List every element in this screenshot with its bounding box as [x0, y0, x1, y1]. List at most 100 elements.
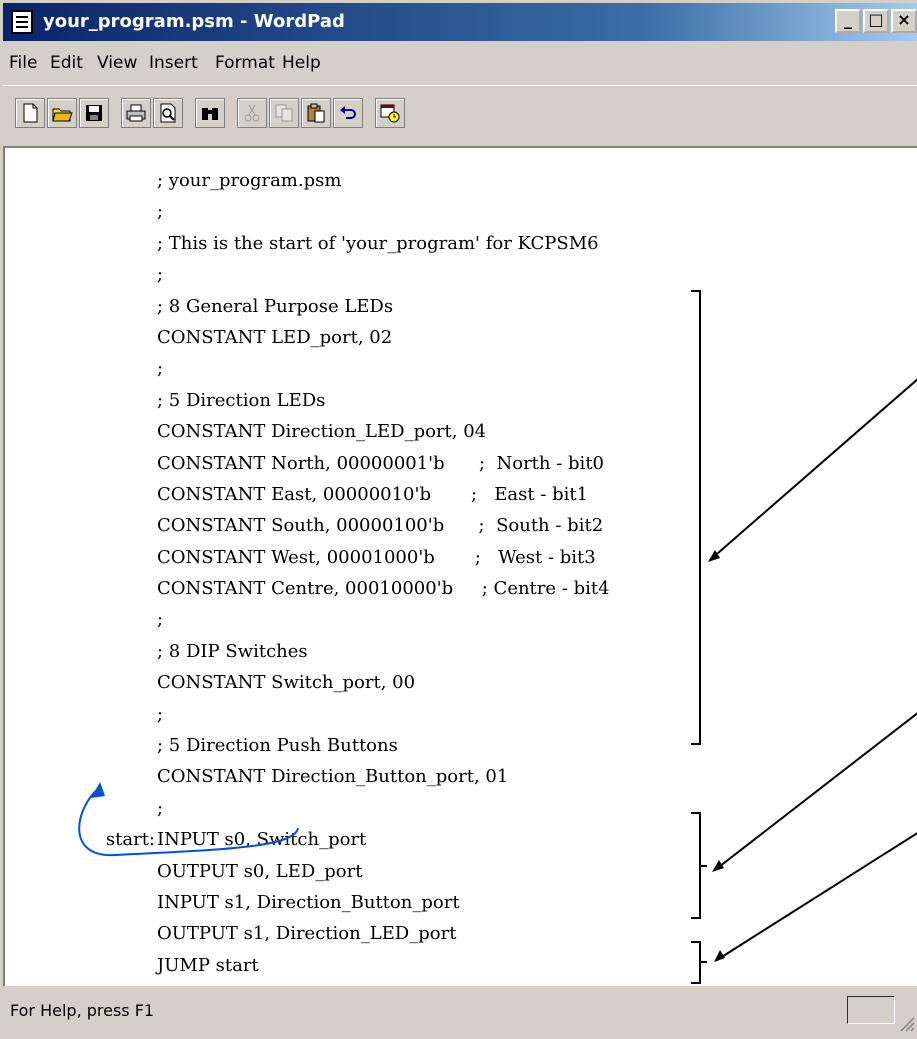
code-statement: CONSTANT North, 00000001'b ; North - bit… — [157, 452, 605, 474]
code-line: ; — [5, 196, 610, 227]
paste-icon — [307, 103, 325, 123]
arrow-line-1 — [709, 378, 917, 561]
cut-button[interactable] — [237, 98, 267, 128]
code-statement: INPUT s0, Switch_port — [157, 829, 367, 851]
code-line: CONSTANT Switch_port, 00 — [5, 667, 610, 698]
code-line: CONSTANT East, 00000010'b ; East - bit1 — [5, 479, 610, 510]
code-statement: CONSTANT Direction_Button_port, 01 — [157, 766, 509, 788]
code-line: OUTPUT s1, Direction_LED_port — [5, 918, 610, 949]
code-statement: CONSTANT West, 00001000'b ; West - bit3 — [157, 546, 596, 568]
maximize-button[interactable]: □ — [863, 9, 889, 33]
code-statement: CONSTANT Direction_LED_port, 04 — [157, 421, 487, 443]
code-line: CONSTANT LED_port, 02 — [5, 322, 610, 353]
code-line: CONSTANT Direction_LED_port, 04 — [5, 416, 610, 447]
find-button[interactable] — [195, 98, 225, 128]
arrowhead-1 — [708, 550, 720, 562]
status-text: For Help, press F1 — [10, 1001, 155, 1020]
status-bar: For Help, press F1 — [3, 990, 917, 1036]
code-statement: INPUT s1, Direction_Button_port — [157, 891, 460, 913]
code-line: ; — [5, 604, 610, 635]
code-line: CONSTANT Centre, 00010000'b ; Centre - b… — [5, 573, 610, 604]
new-document-icon — [23, 103, 38, 123]
arrowhead-3 — [714, 950, 725, 962]
code-line: start: INPUT s0, Switch_port — [5, 824, 610, 855]
print-preview-icon — [160, 103, 176, 123]
code-statement: CONSTANT Centre, 00010000'b ; Centre - b… — [157, 578, 610, 600]
status-panel — [847, 996, 895, 1024]
code-line: ; 8 General Purpose LEDs — [5, 291, 610, 322]
code-line: CONSTANT North, 00000001'b ; North - bit… — [5, 448, 610, 479]
save-icon — [86, 105, 102, 121]
copy-button[interactable] — [269, 98, 299, 128]
code-line: ; — [5, 793, 610, 824]
arrow-line-2 — [714, 712, 917, 871]
code-statement: ; — [157, 201, 164, 223]
code-line: ; — [5, 353, 610, 384]
undo-button[interactable] — [333, 98, 363, 128]
menu-view[interactable]: View — [97, 53, 137, 73]
menu-insert[interactable]: Insert — [149, 53, 198, 73]
code-statement: ; — [157, 358, 164, 380]
code-line: ; 5 Direction Push Buttons — [5, 730, 610, 761]
code-line: OUTPUT s0, LED_port — [5, 856, 610, 887]
code-line: ; This is the start of 'your_program' fo… — [5, 228, 610, 259]
window-title: your_program.psm - WordPad — [43, 11, 345, 32]
code-statement: CONSTANT East, 00000010'b ; East - bit1 — [157, 483, 589, 505]
insert-date-time-button[interactable] — [375, 98, 405, 128]
code-line: ; 8 DIP Switches — [5, 636, 610, 667]
code-line: JUMP start — [5, 950, 610, 981]
code-statement: CONSTANT South, 00000100'b ; South - bit… — [157, 515, 604, 537]
minimize-button[interactable]: _ — [835, 9, 861, 33]
code-line: CONSTANT South, 00000100'b ; South - bit… — [5, 510, 610, 541]
code-statement: ; 5 Direction Push Buttons — [157, 735, 398, 757]
document-editor[interactable]: ; your_program.psm; ; This is the start o… — [3, 146, 917, 986]
insert-date-time-icon — [380, 104, 400, 123]
code-label: start: — [105, 829, 155, 851]
code-statement: JUMP start — [157, 954, 259, 976]
code-statement: ; your_program.psm — [157, 170, 342, 191]
open-folder-icon — [52, 108, 73, 122]
paste-button[interactable] — [301, 98, 331, 128]
code-line: INPUT s1, Direction_Button_port — [5, 887, 610, 918]
menu-format[interactable]: Format — [215, 53, 275, 73]
print-button[interactable] — [121, 98, 151, 128]
open-button[interactable] — [47, 98, 77, 128]
close-button[interactable]: × — [891, 9, 917, 33]
bracket-io-block — [691, 812, 701, 919]
arrowhead-2 — [712, 860, 724, 872]
code-statement: CONSTANT Switch_port, 00 — [157, 672, 416, 694]
code-statement: CONSTANT LED_port, 02 — [157, 326, 393, 348]
save-button[interactable] — [79, 98, 109, 128]
wordpad-app-icon[interactable] — [11, 10, 33, 34]
print-preview-button[interactable] — [153, 98, 183, 128]
title-bar[interactable]: your_program.psm - WordPad _ □ × — [3, 3, 917, 41]
find-binoculars-icon — [202, 108, 218, 120]
code-statement: OUTPUT s1, Direction_LED_port — [157, 923, 457, 945]
bracket-jump — [691, 941, 707, 984]
undo-icon — [340, 106, 356, 119]
code-statement: ; — [157, 264, 164, 286]
menu-edit[interactable]: Edit — [50, 53, 83, 73]
code-statement: ; This is the start of 'your_program' fo… — [157, 232, 599, 254]
code-statement: OUTPUT s0, LED_port — [157, 860, 363, 882]
new-button[interactable] — [15, 98, 45, 128]
copy-icon — [275, 104, 293, 122]
menu-help[interactable]: Help — [282, 53, 321, 73]
code-statement: ; — [157, 797, 164, 819]
code-line: ; — [5, 259, 610, 290]
code-line: CONSTANT Direction_Button_port, 01 — [5, 761, 610, 792]
toolbar — [3, 85, 917, 144]
resize-grip-icon[interactable] — [897, 1014, 915, 1032]
code-line: CONSTANT West, 00001000'b ; West - bit3 — [5, 542, 610, 573]
menu-file[interactable]: File — [9, 53, 37, 73]
code-statement: ; 8 General Purpose LEDs — [157, 295, 394, 317]
code-line: ; — [5, 699, 610, 730]
code-line: ; 5 Direction LEDs — [5, 385, 610, 416]
code-statement: ; — [157, 609, 164, 631]
bracket-constants — [691, 290, 701, 745]
code-text: ; your_program.psm; ; This is the start o… — [5, 165, 610, 981]
arrow-line-3 — [716, 832, 917, 961]
code-statement: ; — [157, 703, 164, 725]
cut-icon — [244, 104, 260, 122]
print-icon — [126, 104, 146, 122]
